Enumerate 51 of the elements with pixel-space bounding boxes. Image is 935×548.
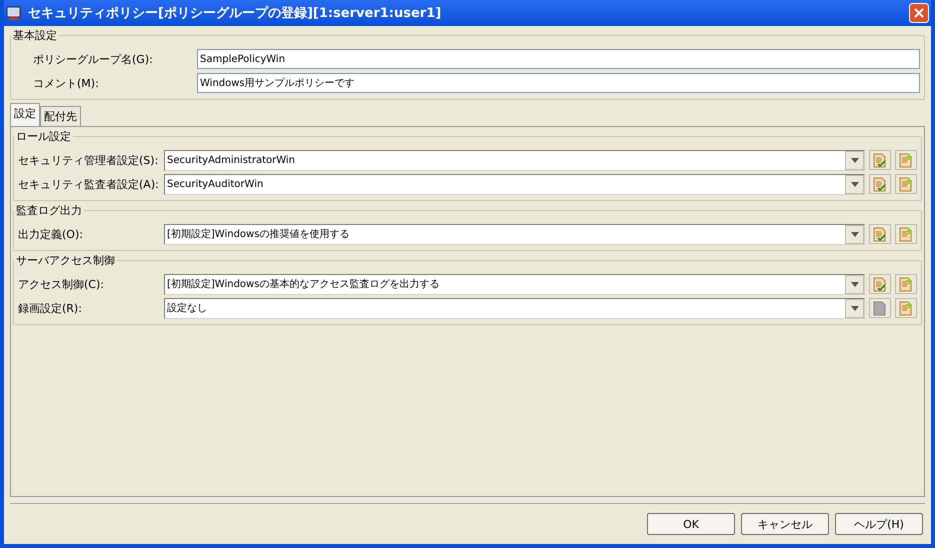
app-icon	[6, 5, 22, 21]
edit-button[interactable]	[869, 174, 891, 194]
field-label: コメント(M):	[33, 76, 100, 90]
dropdown-arrow-icon	[850, 232, 858, 236]
tab[interactable]: 設定	[10, 103, 40, 126]
new-button[interactable]	[895, 150, 917, 170]
group-title: サーバアクセス制御	[15, 253, 116, 268]
window-title: セキュリティポリシー[ポリシーグループの登録][1:server1:user1]	[28, 4, 442, 22]
edit-doc-icon	[873, 152, 887, 168]
group-title: 基本設定	[12, 28, 58, 43]
new-button[interactable]	[895, 298, 917, 318]
group-title: 監査ログ出力	[15, 203, 83, 218]
field-label: ポリシーグループ名(G):	[33, 52, 154, 66]
close-icon[interactable]	[909, 3, 929, 23]
dropdown-field[interactable]: [初期設定]Windowsの推奨値を使用する	[164, 224, 865, 244]
edit-doc-icon	[873, 226, 887, 242]
edit-doc-icon	[873, 176, 887, 192]
dropdown-arrow-icon	[850, 158, 858, 162]
new-doc-icon	[899, 226, 913, 242]
dropdown-arrow-icon	[850, 306, 858, 310]
new-button[interactable]	[895, 174, 917, 194]
dropdown-arrow-icon	[850, 182, 858, 186]
dropdown-field[interactable]: [初期設定]Windowsの基本的なアクセス監査ログを出力する	[164, 274, 865, 294]
text-field[interactable]: SamplePolicyWin	[197, 49, 920, 69]
dropdown-field[interactable]: SecurityAdministratorWin	[164, 150, 865, 170]
edit-button[interactable]	[869, 150, 891, 170]
edit-button[interactable]	[869, 274, 891, 294]
new-doc-icon	[899, 300, 913, 316]
field-label: セキュリティ管理者設定(S):	[18, 152, 160, 168]
dialog-button[interactable]: ヘルプ(H)	[835, 513, 923, 535]
field-label: セキュリティ監査者設定(A):	[18, 176, 160, 192]
new-doc-icon	[899, 276, 913, 292]
edit-doc-icon	[873, 276, 887, 292]
field-label: 出力定義(O):	[18, 226, 84, 242]
dropdown-arrow-icon	[850, 282, 858, 286]
dialog-button[interactable]: キャンセル	[741, 513, 829, 535]
group-title: ロール設定	[15, 129, 72, 144]
text-field[interactable]: Windows用サンプルポリシーです	[197, 73, 920, 93]
field-label: 録画設定(R):	[18, 300, 83, 316]
dialog-button[interactable]: OK	[647, 513, 735, 535]
new-doc-icon	[899, 152, 913, 168]
dropdown-field[interactable]: SecurityAuditorWin	[164, 174, 865, 194]
field-label: アクセス制御(C):	[18, 276, 105, 292]
edit-button[interactable]	[869, 224, 891, 244]
new-button[interactable]	[895, 274, 917, 294]
dropdown-field[interactable]: 設定なし	[164, 298, 865, 318]
new-button[interactable]	[895, 224, 917, 244]
tab[interactable]: 配付先	[40, 106, 81, 126]
doc-icon	[873, 300, 887, 316]
edit-button[interactable]	[869, 298, 891, 318]
new-doc-icon	[899, 176, 913, 192]
